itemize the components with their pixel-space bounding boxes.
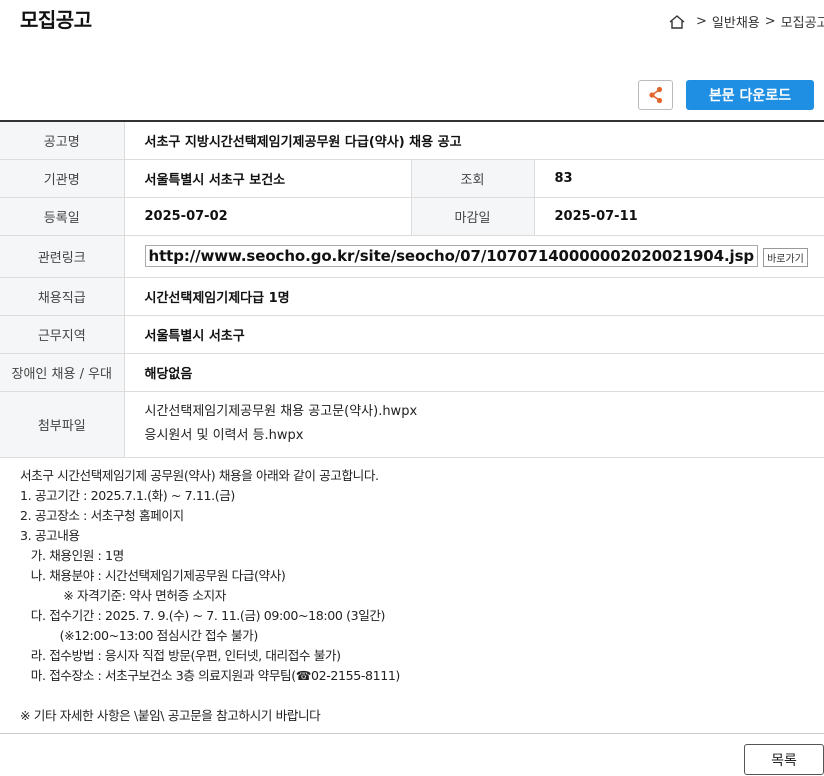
notice-body: 서초구 시간선택제임기제 공무원(약사) 채용을 아래와 같이 공고합니다. 1… <box>20 468 400 723</box>
table-row: 장애인 채용 / 우대 해당없음 <box>0 353 824 392</box>
breadcrumb-item-notice[interactable]: 모집공고 <box>781 12 824 31</box>
breadcrumb-item-general[interactable]: 일반채용 <box>712 12 760 31</box>
views-value: 83 <box>534 159 824 198</box>
home-icon[interactable] <box>668 14 686 30</box>
attachment-link[interactable]: 응시원서 및 이력서 등.hwpx <box>145 424 824 448</box>
goto-link-button[interactable]: 바로가기 <box>763 248 808 267</box>
table-row: 관련링크 http://www.seocho.go.kr/site/seocho… <box>0 235 824 278</box>
position-value: 시간선택제임기제다급 1명 <box>124 277 824 316</box>
region-label: 근무지역 <box>0 315 125 354</box>
title-label: 공고명 <box>0 121 125 160</box>
deadline-label: 마감일 <box>410 197 535 236</box>
disabled-label: 장애인 채용 / 우대 <box>0 353 125 392</box>
breadcrumb-separator: > <box>696 14 707 29</box>
table-row: 첨부파일 시간선택제임기제공무원 채용 공고문(약사).hwpx 응시원서 및 … <box>0 391 824 458</box>
files-label: 첨부파일 <box>0 391 125 458</box>
deadline-value: 2025-07-11 <box>534 197 824 236</box>
attachment-link[interactable]: 시간선택제임기제공무원 채용 공고문(약사).hwpx <box>145 400 824 424</box>
table-row: 채용직급 시간선택제임기제다급 1명 <box>0 277 824 316</box>
table-row: 등록일 2025-07-02 마감일 2025-07-11 <box>0 197 824 236</box>
table-row: 기관명 서울특별시 서초구 보건소 조회 83 <box>0 159 824 198</box>
job-info-table: 공고명 서초구 지방시간선택제임기제공무원 다급(약사) 채용 공고 기관명 서… <box>0 120 824 458</box>
download-body-button[interactable]: 본문 다운로드 <box>686 80 814 110</box>
page-title: 모집공고 <box>20 8 92 32</box>
region-value: 서울특별시 서초구 <box>124 315 824 354</box>
title-value: 서초구 지방시간선택제임기제공무원 다급(약사) 채용 공고 <box>124 121 824 160</box>
related-link[interactable]: http://www.seocho.go.kr/site/seocho/07/1… <box>144 245 759 267</box>
table-row: 공고명 서초구 지방시간선택제임기제공무원 다급(약사) 채용 공고 <box>0 121 824 160</box>
list-button[interactable]: 목록 <box>744 744 824 775</box>
table-row: 근무지역 서울특별시 서초구 <box>0 315 824 354</box>
link-label: 관련링크 <box>0 235 125 278</box>
share-icon <box>648 86 662 104</box>
views-label: 조회 <box>410 159 535 198</box>
disabled-value: 해당없음 <box>124 353 824 392</box>
org-value: 서울특별시 서초구 보건소 <box>124 159 411 198</box>
breadcrumb: > 일반채용 > 모집공고 <box>668 12 824 31</box>
org-label: 기관명 <box>0 159 125 198</box>
breadcrumb-separator: > <box>764 14 776 29</box>
position-label: 채용직급 <box>0 277 125 316</box>
reg-date-value: 2025-07-02 <box>124 197 411 236</box>
divider <box>0 733 824 734</box>
reg-date-label: 등록일 <box>0 197 125 236</box>
share-button[interactable] <box>638 80 673 110</box>
